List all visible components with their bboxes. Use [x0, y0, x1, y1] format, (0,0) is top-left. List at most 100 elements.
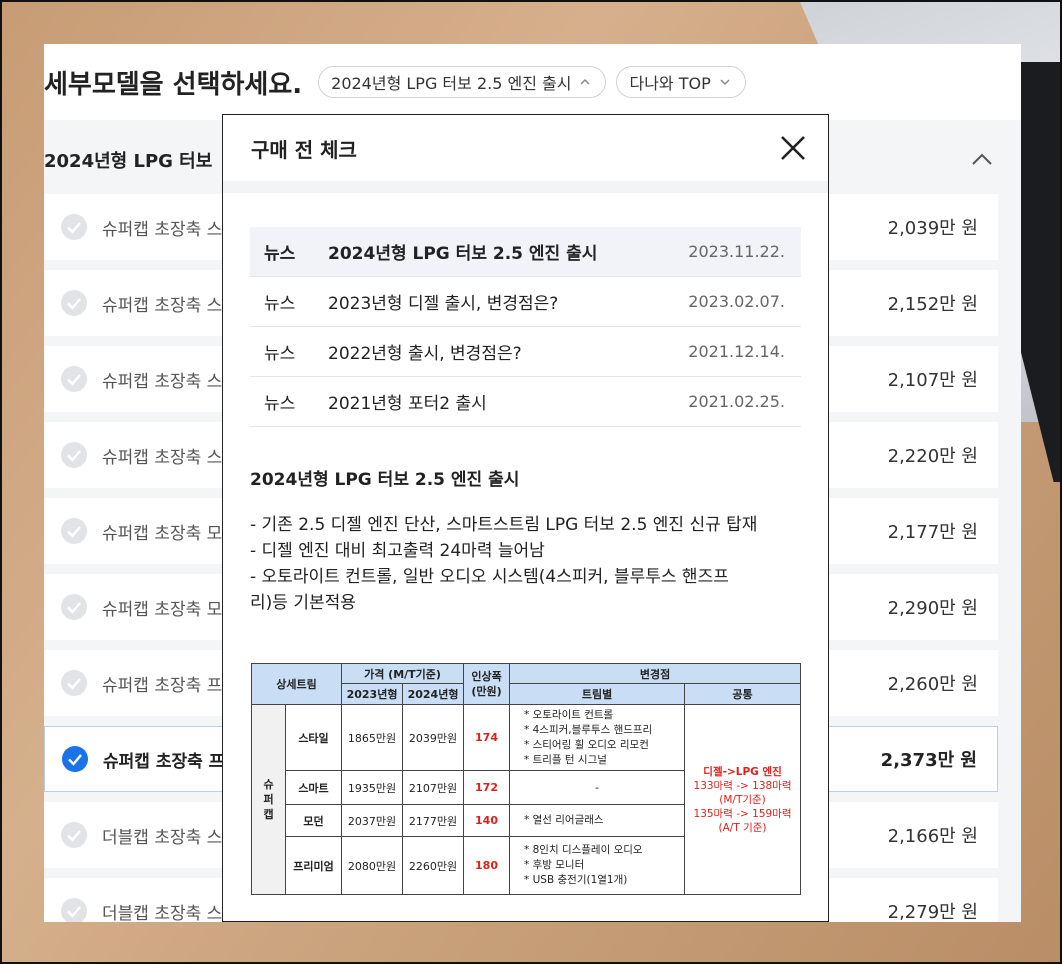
table-row: 슈 퍼 캡 스타일 1865만원 2039만원 174 * 오토라이트 컨트롤 * 4스피커… [251, 704, 802, 895]
chevron-up-icon [580, 78, 590, 85]
table-increase: 172 [463, 770, 511, 805]
trim-name: 슈퍼캡 초장축 프 [102, 675, 223, 696]
change-item: * 오토라이트 컨트롤 [524, 708, 614, 721]
page-header: 세부모델을 선택하세요. 2024년형 LPG 터보 2.5 엔진 출시 다나와… [44, 44, 1021, 120]
article-line: - 디젤 엔진 대비 최고출력 24마력 늘어남 [250, 541, 545, 561]
common-line: 133마력 -> 138마력 [693, 779, 792, 792]
check-circle-icon[interactable] [60, 669, 88, 697]
check-circle-icon[interactable] [60, 897, 88, 922]
trim-name: 더블캡 초장축 스 [102, 903, 223, 923]
trim-name: 슈퍼캡 초장축 스 [102, 295, 223, 316]
news-article: 2024년형 LPG 터보 2.5 엔진 출시 - 기존 2.5 디젤 엔진 단… [250, 465, 805, 616]
table-price-2023: 2037만원 [341, 804, 404, 837]
model-group-title: 2024년형 LPG 터보 [44, 151, 213, 172]
chevron-down-icon [720, 79, 730, 86]
news-list: 뉴스 2024년형 LPG 터보 2.5 엔진 출시 2023.11.22. 뉴스 20… [250, 227, 801, 427]
trim-price: 2,373만 원 [880, 750, 977, 771]
news-type: 뉴스 [264, 344, 296, 364]
close-icon[interactable] [778, 133, 808, 163]
article-line: 리)등 기본적용 [250, 593, 356, 613]
table-price-2023: 1935만원 [341, 770, 404, 805]
trim-price: 2,260만 원 [887, 674, 978, 695]
page-title: 세부모델을 선택하세요. [44, 69, 303, 100]
check-circle-icon[interactable] [60, 517, 88, 545]
modal-title: 구매 전 체크 [251, 137, 357, 162]
table-category-text: 슈 퍼 캡 [263, 778, 274, 821]
trim-name: 슈퍼캡 초장축 모 [102, 599, 223, 620]
table-trim-changes: * 열선 리어글래스 [509, 804, 686, 837]
change-item: * 트리플 턴 시그널 [524, 753, 607, 766]
check-circle-icon[interactable] [60, 365, 88, 393]
trim-price: 2,039만 원 [887, 218, 978, 239]
table-price-2024: 2039만원 [402, 704, 465, 771]
news-type: 뉴스 [264, 244, 296, 264]
change-item: * 열선 리어글래스 [524, 814, 604, 826]
trim-name: 더블캡 초장축 스 [102, 827, 223, 848]
change-item: * USB 충전기(1열1개) [524, 874, 628, 886]
news-date: 2021.02.25. [688, 392, 785, 411]
trim-price: 2,107만 원 [887, 370, 978, 391]
table-trim: 스마트 [284, 770, 343, 805]
trim-price: 2,166만 원 [887, 826, 978, 847]
check-circle-icon[interactable] [60, 821, 88, 849]
trim-price: 2,177만 원 [887, 522, 978, 543]
table-common-changes: 디젤->LPG 엔진 133마력 -> 138마력 (M/T기준) 135마력 -> … [684, 704, 802, 895]
article-line: - 오토라이트 컨트롤, 일반 오디오 시스템(4스피커, 블루투스 핸즈프 [250, 567, 729, 587]
table-header-by-trim: 트림별 [509, 683, 686, 705]
news-item[interactable]: 뉴스 2023년형 디젤 출시, 변경점은? 2023.02.07. [250, 277, 801, 327]
news-title: 2022년형 출시, 변경점은? [328, 344, 522, 364]
change-item: * 8인치 디스플레이 오디오 [524, 844, 643, 856]
trim-price: 2,279만 원 [887, 902, 978, 922]
news-date: 2023.11.22. [688, 242, 785, 261]
common-line: (A/T 기준) [718, 821, 767, 834]
news-type: 뉴스 [264, 394, 296, 414]
check-circle-icon[interactable] [60, 289, 88, 317]
table-trim-changes: - [509, 770, 686, 805]
purchase-check-modal: 구매 전 체크 뉴스 2024년형 LPG 터보 2.5 엔진 출시 2023.11… [222, 114, 829, 922]
trim-price: 2,220만 원 [887, 446, 978, 467]
check-circle-icon[interactable] [60, 593, 88, 621]
table-category: 슈 퍼 캡 [251, 704, 286, 895]
price-change-table: 상세트림 가격 (M/T기준) 인상폭 (만원) 변경점 2023년형 2024… [250, 663, 802, 895]
change-item: - [595, 781, 599, 794]
news-title: 2024년형 LPG 터보 2.5 엔진 출시 [328, 244, 598, 264]
news-title: 2021년형 포터2 출시 [328, 394, 487, 414]
check-circle-icon[interactable] [60, 441, 88, 469]
table-price-2024: 2107만원 [402, 770, 465, 805]
news-item[interactable]: 뉴스 2021년형 포터2 출시 2021.02.25. [250, 377, 801, 427]
chevron-up-icon[interactable] [971, 150, 993, 168]
table-body: 슈 퍼 캡 스타일 1865만원 2039만원 174 * 오토라이트 컨트롤 * 4스피커… [251, 704, 802, 895]
news-item[interactable]: 뉴스 2022년형 출시, 변경점은? 2021.12.14. [250, 327, 801, 377]
change-item: * 스티어링 휠 오디오 리모컨 [524, 738, 649, 751]
filter-chip-label: 다나와 TOP [629, 74, 711, 93]
table-price-2023: 2080만원 [341, 836, 404, 895]
filter-chip-label: 2024년형 LPG 터보 2.5 엔진 출시 [331, 74, 572, 93]
table-increase: 180 [463, 836, 511, 895]
table-price-2023: 1865만원 [341, 704, 404, 771]
table-header-2024: 2024년형 [402, 683, 465, 705]
common-line: 디젤->LPG 엔진 [703, 765, 782, 778]
table-trim: 프리미엄 [284, 836, 343, 895]
news-type: 뉴스 [264, 294, 296, 314]
news-date: 2023.02.07. [688, 292, 785, 311]
common-line: 135마력 -> 159마력 [693, 807, 792, 820]
modal-header: 구매 전 체크 [223, 115, 828, 181]
trim-name: 슈퍼캡 초장축 스 [102, 447, 223, 468]
change-item: * 후방 모니터 [524, 859, 585, 871]
table-header-2023: 2023년형 [341, 683, 404, 705]
check-circle-icon[interactable] [61, 745, 89, 773]
news-title: 2023년형 디젤 출시, 변경점은? [328, 294, 559, 314]
filter-chip-year[interactable]: 2024년형 LPG 터보 2.5 엔진 출시 [318, 66, 607, 98]
news-date: 2021.12.14. [688, 342, 785, 361]
table-trim-changes: * 오토라이트 컨트롤 * 4스피커,블루투스 핸드프리 * 스티어링 휠 오디오 … [509, 704, 686, 771]
news-item[interactable]: 뉴스 2024년형 LPG 터보 2.5 엔진 출시 2023.11.22. [250, 227, 801, 277]
article-line: - 기존 2.5 디젤 엔진 단산, 스마트스트림 LPG 터보 2.5 엔진 … [250, 515, 758, 535]
table-trim: 모던 [284, 804, 343, 837]
check-circle-icon[interactable] [60, 213, 88, 241]
trim-name: 슈퍼캡 초장축 스 [102, 371, 223, 392]
table-trim-changes: * 8인치 디스플레이 오디오 * 후방 모니터 * USB 충전기(1열1개) [509, 836, 686, 895]
filter-chip-sort[interactable]: 다나와 TOP [616, 66, 746, 98]
article-title: 2024년형 LPG 터보 2.5 엔진 출시 [250, 470, 520, 490]
change-item: * 4스피커,블루투스 핸드프리 [524, 723, 653, 736]
table-increase: 174 [463, 704, 511, 771]
